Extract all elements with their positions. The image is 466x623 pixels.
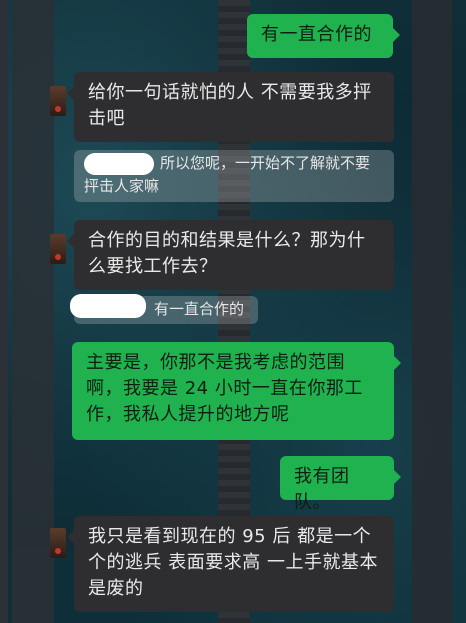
message-text: 有一直合作的 (261, 24, 372, 45)
incoming-message[interactable]: 给你一句话就怕的人 不需要我多抨击吧 (67, 72, 394, 142)
outgoing-message[interactable]: 有一直合作的 (247, 14, 400, 58)
background-strip (0, 0, 8, 623)
incoming-message[interactable]: 合作的目的和结果是什么？那为什么要找工作去？ (67, 220, 394, 290)
outgoing-message[interactable]: 主要是，你那不是我考虑的范围啊，我要是 24 小时一直在你那工作，我私人提升的地… (72, 342, 401, 440)
quote-text: 有一直合作的 (154, 300, 245, 318)
incoming-message[interactable]: 我只是看到现在的 95 后 都是一个个的逃兵 表面要求高 一上手就基本是废的 (67, 516, 394, 612)
message-text: 主要是，你那不是我考虑的范围啊，我要是 24 小时一直在你那工作，我私人提升的地… (86, 352, 363, 425)
message-text: 我有团队。 (294, 466, 350, 513)
contact-avatar[interactable] (50, 86, 66, 116)
background-strip (412, 0, 452, 623)
outgoing-message[interactable]: 我有团队。 (280, 456, 401, 513)
redacted-name (84, 152, 154, 175)
contact-avatar[interactable] (50, 234, 66, 264)
contact-avatar[interactable] (50, 528, 66, 558)
background-strip (12, 0, 54, 623)
quoted-reply[interactable]: 所以您呢，一开始不了解就不要抨击人家嘛 (74, 150, 394, 202)
message-text: 我只是看到现在的 95 后 都是一个个的逃兵 表面要求高 一上手就基本是废的 (88, 526, 378, 599)
message-text: 给你一句话就怕的人 不需要我多抨击吧 (88, 82, 372, 129)
message-text: 合作的目的和结果是什么？那为什么要找工作去？ (88, 230, 366, 277)
quoted-reply[interactable]: 有一直合作的 (70, 294, 258, 324)
redacted-name (70, 294, 146, 318)
